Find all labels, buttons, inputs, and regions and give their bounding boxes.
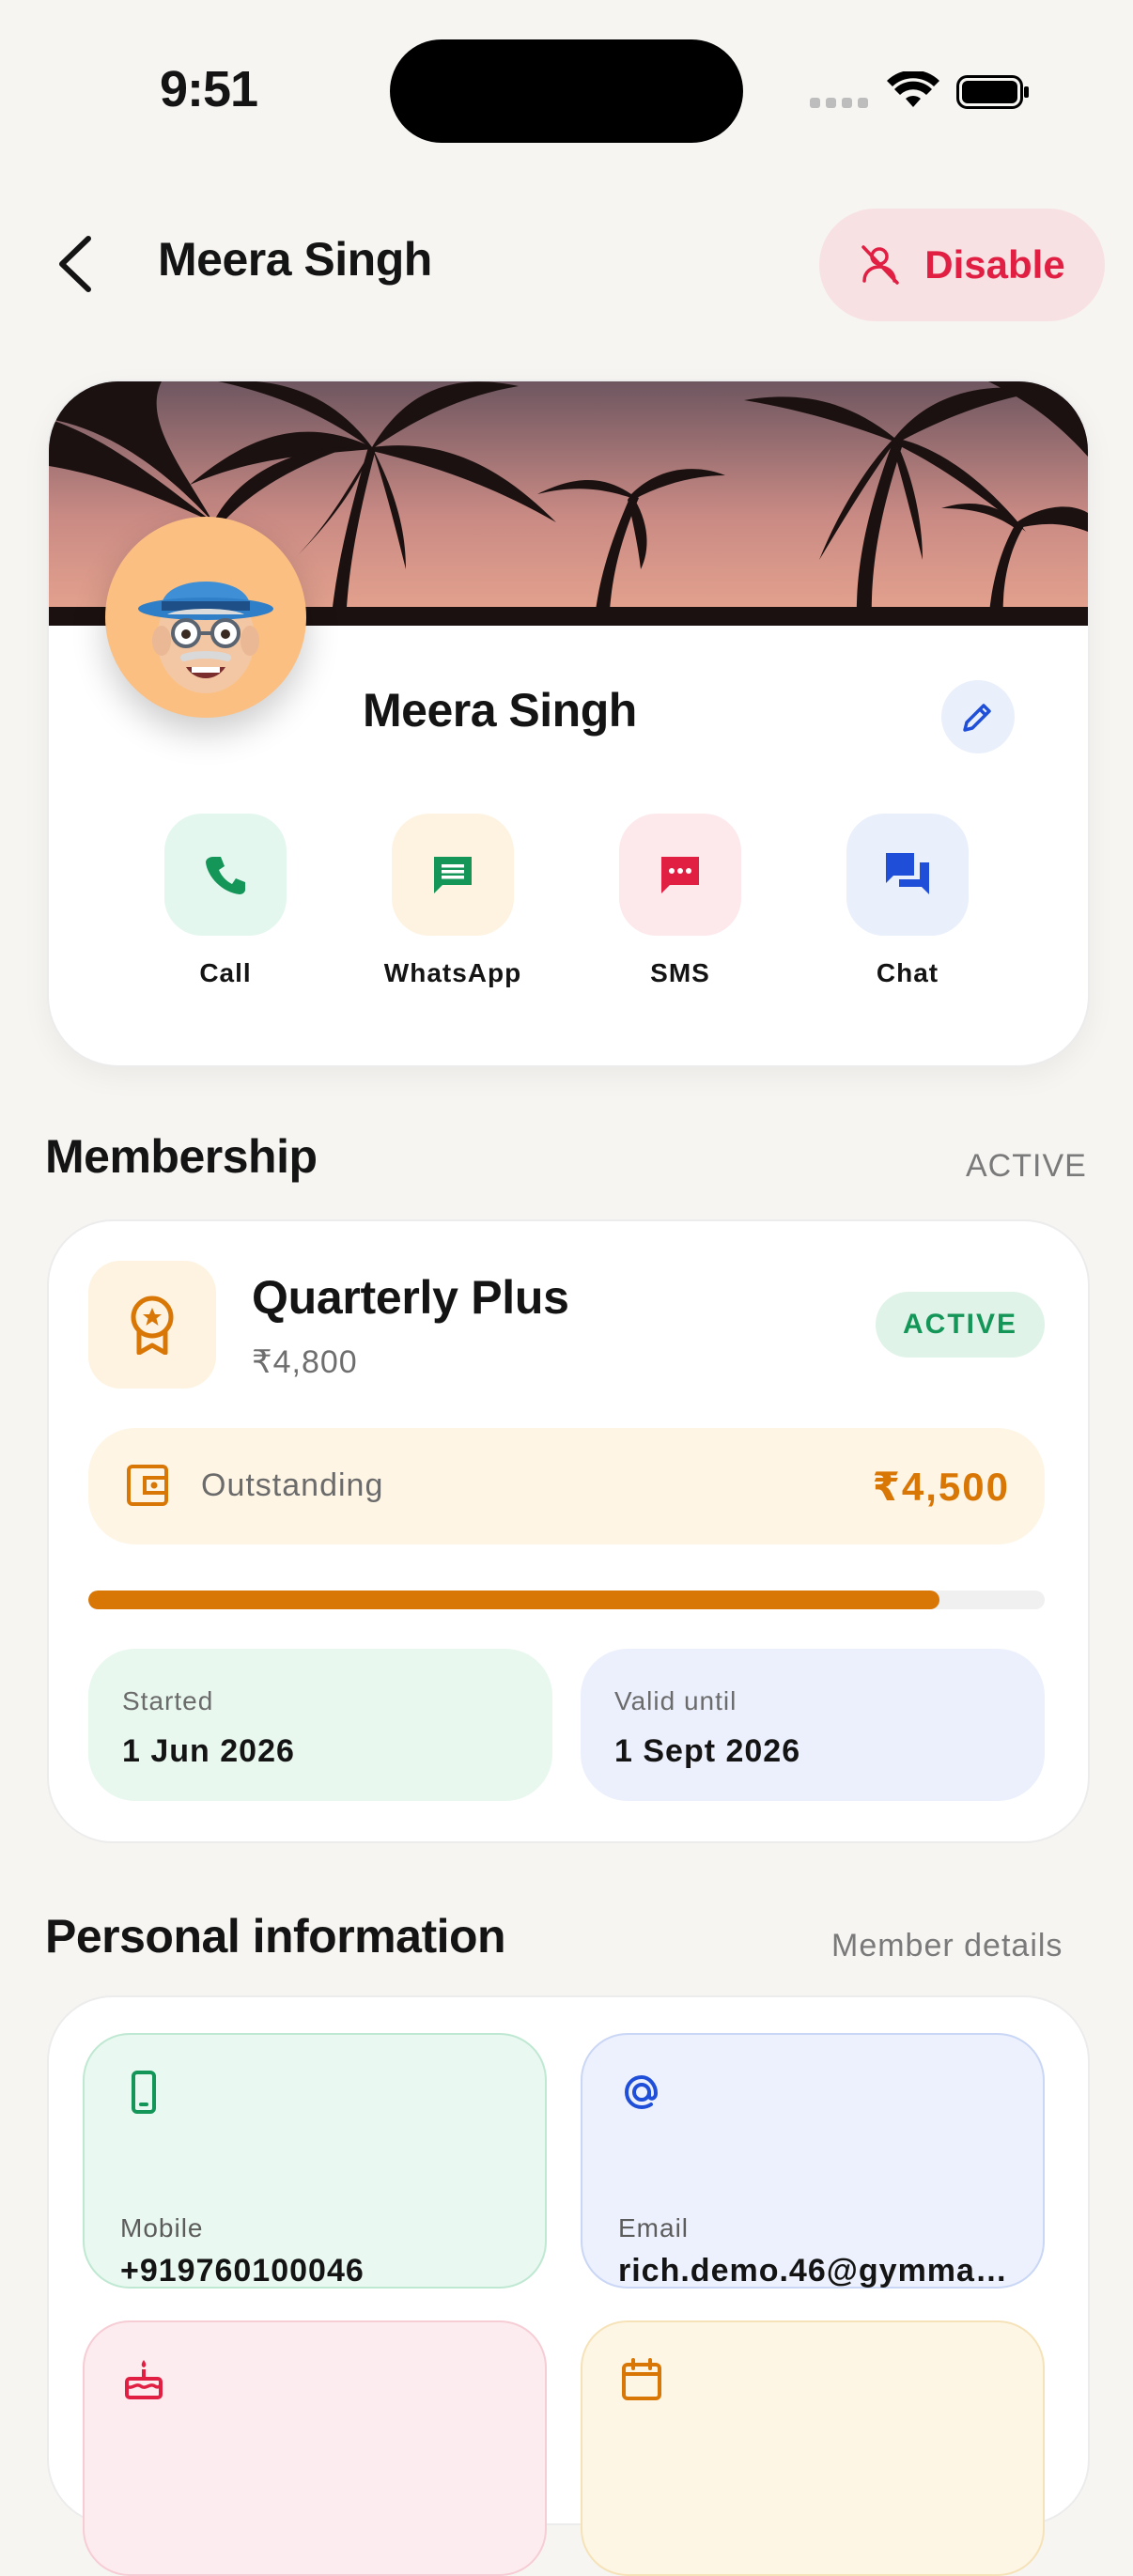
payment-progress-fill (88, 1591, 940, 1609)
battery-icon (956, 75, 1029, 109)
cellular-signal-icon (810, 98, 868, 108)
join-date-tile[interactable] (581, 2320, 1045, 2576)
mobile-tile[interactable]: Mobile +919760100046 (83, 2033, 547, 2289)
payment-progress-bar (88, 1591, 1045, 1609)
plan-icon-tile (88, 1261, 216, 1389)
outstanding-amount: ₹4,500 (872, 1465, 1010, 1509)
status-badge: ACTIVE (876, 1292, 1045, 1358)
email-label: Email (618, 2213, 690, 2242)
outstanding-label: Outstanding (201, 1467, 384, 1503)
chat-action[interactable]: Chat (804, 814, 1011, 988)
mobile-value: +919760100046 (120, 2253, 365, 2289)
memoji-avatar-icon (138, 582, 273, 693)
wallet-icon (127, 1465, 168, 1506)
started-label: Started (122, 1686, 214, 1715)
dynamic-island (390, 39, 743, 143)
user-off-icon (861, 245, 900, 285)
plan-price: ₹4,800 (252, 1344, 358, 1380)
membership-status: ACTIVE (966, 1148, 1087, 1184)
disable-button[interactable]: Disable (819, 209, 1105, 321)
cake-icon (125, 2360, 163, 2399)
member-details-link[interactable]: Member details (831, 1928, 1063, 1964)
valid-until-value: 1 Sept 2026 (614, 1733, 801, 1769)
personal-section-title: Personal information (45, 1910, 506, 1963)
message-lines-icon (434, 857, 472, 893)
phone-icon (206, 857, 245, 894)
whatsapp-action[interactable]: WhatsApp (349, 814, 556, 988)
sms-tile[interactable] (619, 814, 741, 936)
call-tile[interactable] (164, 814, 287, 936)
pencil-icon (963, 704, 991, 732)
birthday-tile[interactable] (83, 2320, 547, 2576)
chat-label: Chat (876, 958, 939, 987)
email-value: rich.demo.46@gymmaster.in (618, 2253, 1022, 2289)
profile-name: Meera Singh (363, 684, 637, 737)
email-tile[interactable]: Email rich.demo.46@gymmaster.in (581, 2033, 1045, 2289)
start-date-box: Started 1 Jun 2026 (88, 1649, 552, 1801)
call-label: Call (199, 958, 252, 987)
mobile-label: Mobile (120, 2213, 204, 2242)
award-icon (131, 1296, 174, 1355)
wifi-icon (887, 71, 939, 107)
contact-actions: Call WhatsApp SMS Chat (103, 814, 1030, 1001)
avatar[interactable] (105, 517, 306, 718)
whatsapp-label: WhatsApp (383, 958, 522, 987)
plan-name: Quarterly Plus (252, 1271, 569, 1324)
at-icon (624, 2074, 659, 2110)
status-time: 9:51 (160, 61, 258, 117)
edit-profile-button[interactable] (941, 680, 1015, 753)
chat-icon (886, 853, 929, 894)
membership-section-title: Membership (45, 1130, 318, 1183)
valid-until-box: Valid until 1 Sept 2026 (581, 1649, 1045, 1801)
calendar-icon (622, 2358, 661, 2400)
started-value: 1 Jun 2026 (122, 1733, 295, 1769)
chat-tile[interactable] (846, 814, 969, 936)
whatsapp-tile[interactable] (392, 814, 514, 936)
sms-label: SMS (650, 958, 710, 987)
mobile-icon (132, 2071, 156, 2114)
back-chevron-icon[interactable] (54, 235, 96, 293)
sms-icon (661, 857, 699, 893)
call-action[interactable]: Call (122, 814, 329, 988)
disable-label: Disable (924, 242, 1065, 287)
valid-until-label: Valid until (614, 1686, 737, 1715)
sms-action[interactable]: SMS (577, 814, 784, 988)
page-title: Meera Singh (158, 233, 432, 286)
